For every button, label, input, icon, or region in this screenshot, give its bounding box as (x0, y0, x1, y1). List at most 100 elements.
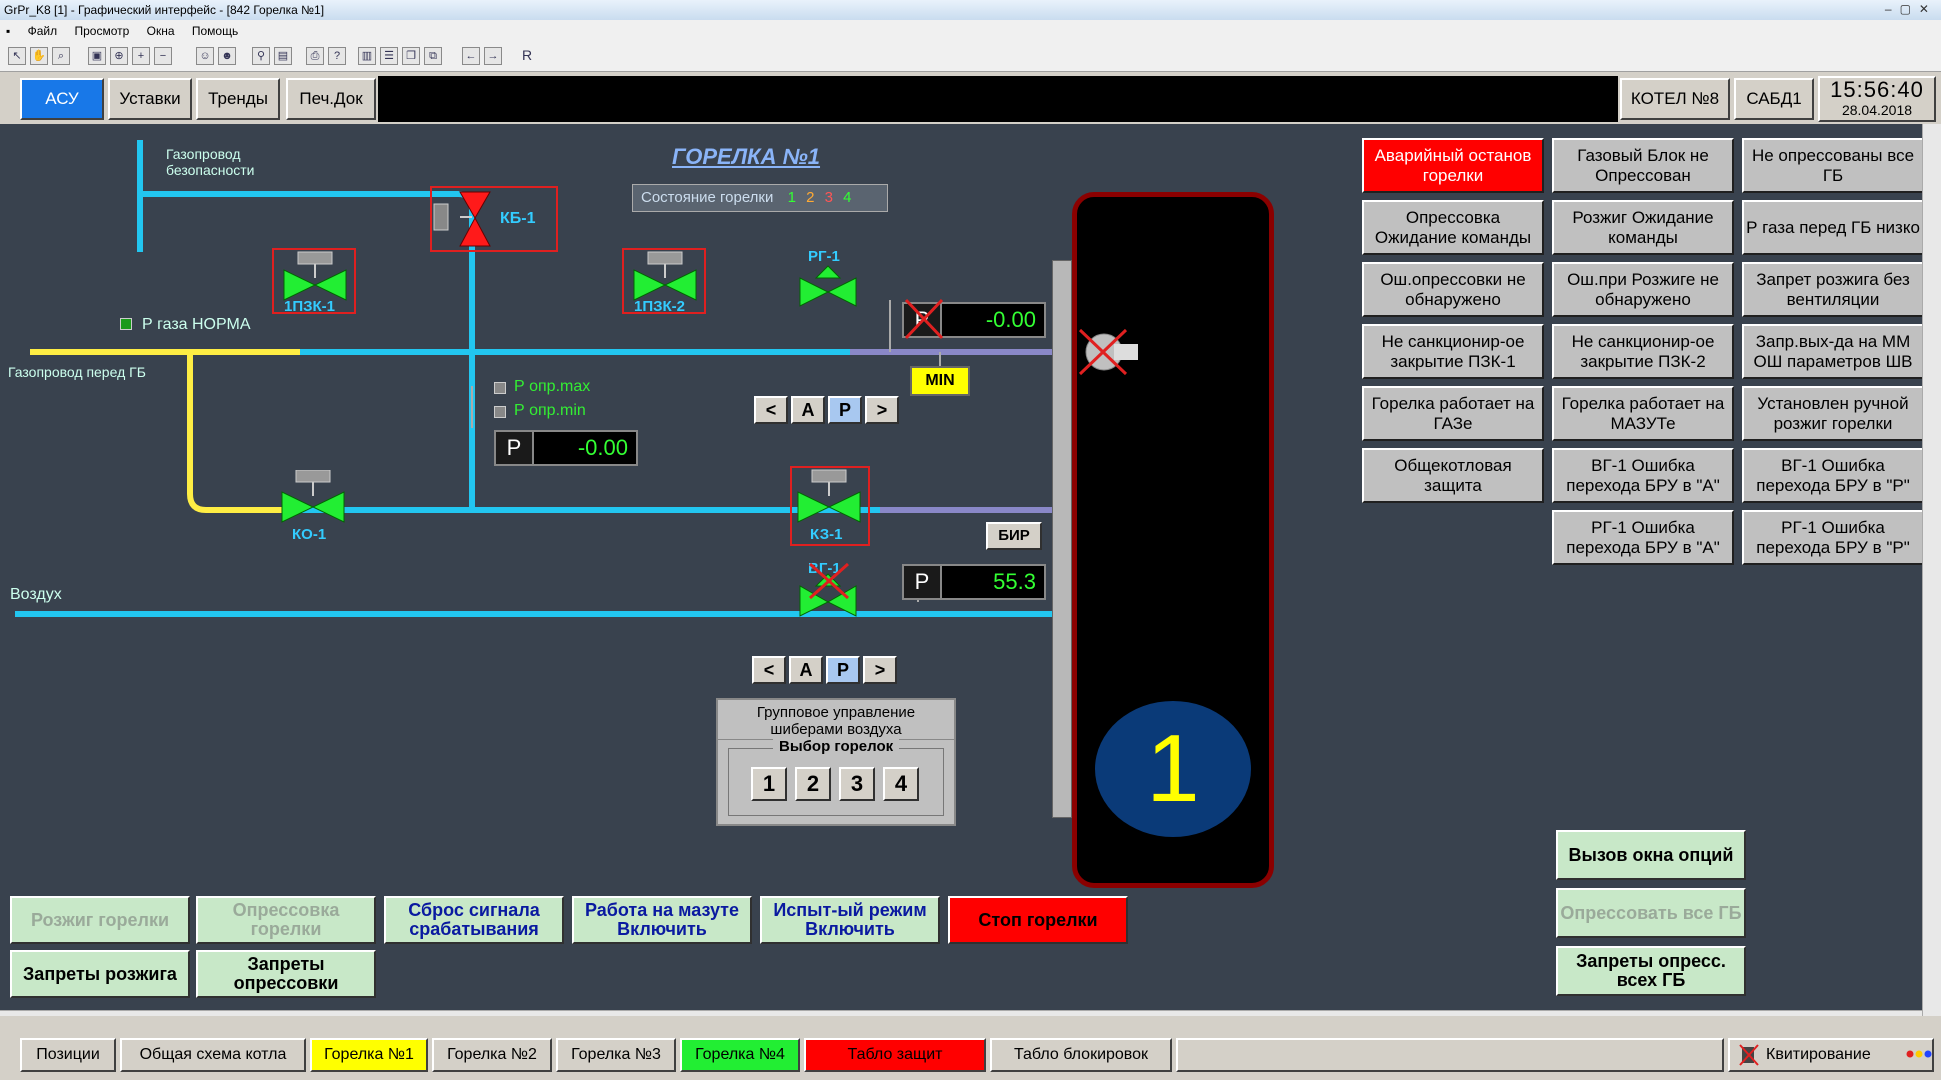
boiler-label: КОТЕЛ №8 (1620, 78, 1730, 120)
ignite-burner-button[interactable]: Розжиг горелки (10, 896, 190, 944)
rg-less-button[interactable]: < (754, 396, 788, 424)
status-cell-0-2: Не опрессованы все ГБ (1742, 138, 1924, 193)
tab-protections[interactable]: Табло защит (804, 1038, 986, 1072)
valve-pzk1[interactable]: 1ПЗК-1 (272, 248, 356, 315)
valve-pzk2[interactable]: 1ПЗК-2 (622, 248, 706, 315)
p-rg-display: Р -0.00 (902, 298, 1046, 340)
valve-kz1[interactable]: КЗ-1 (790, 466, 870, 546)
tab-burner-2[interactable]: Горелка №2 (432, 1038, 552, 1072)
valve-pzk1-label: 1ПЗК-1 (284, 298, 336, 315)
state-4: 4 (843, 189, 852, 206)
tab-burner-3[interactable]: Горелка №3 (556, 1038, 676, 1072)
valve-kb1[interactable]: КБ-1 (430, 186, 558, 252)
bans-press-button[interactable]: Запреты опрессовки (196, 950, 376, 998)
menu-windows[interactable]: Окна (147, 24, 175, 38)
p-gas-norm-label: Р газа НОРМА (142, 316, 251, 333)
options-window-button[interactable]: Вызов окна опций (1556, 830, 1746, 880)
status-cell-6-2: РГ-1 Ошибка перехода БРУ в "Р" (1742, 510, 1924, 565)
zoom-out-icon[interactable]: − (154, 47, 172, 65)
menu-help[interactable]: Помощь (192, 24, 238, 38)
window-title: GrPr_K8 [1] - Графический интерфейс - [8… (4, 3, 325, 17)
furnace-wall (1052, 260, 1072, 818)
vg-manual-button[interactable]: Р (826, 656, 860, 684)
back-icon[interactable]: ← (462, 47, 480, 65)
mazut-mode-button[interactable]: Работа на мазуте Включить (572, 896, 752, 944)
valve-rg1[interactable]: РГ-1 (796, 248, 860, 307)
status-cell-1-0: Опрессовка Ожидание команды (1362, 200, 1544, 255)
test-mode-button[interactable]: Испыт-ый режим Включить (760, 896, 940, 944)
group-burner-2-button[interactable]: 2 (795, 767, 831, 801)
ack-button[interactable]: Квитирование (1728, 1038, 1934, 1072)
pointer-icon[interactable]: ↖ (8, 47, 26, 65)
menu-file[interactable]: Файл (28, 24, 58, 38)
group-burner-4-button[interactable]: 4 (883, 767, 919, 801)
refresh-button[interactable]: R (518, 47, 536, 65)
status-cell-2-1: Ош.при Розжиге не обнаружено (1552, 262, 1734, 317)
tab-positions[interactable]: Позиции (20, 1038, 116, 1072)
vg-less-button[interactable]: < (752, 656, 786, 684)
status-cell-3-0: Не санкционир-ое закрытие ПЗК-1 (1362, 324, 1544, 379)
press-burner-button[interactable]: Опрессовка горелки (196, 896, 376, 944)
valve-vg1[interactable]: ВГ-1 (796, 560, 860, 630)
valve-pzk2-label: 1ПЗК-2 (634, 298, 686, 315)
group-burner-1-button[interactable]: 1 (751, 767, 787, 801)
toolbar: ↖ ✋ ⌕ ▣ ⊕ + − ☺ ☻ ⚲ ▤ ⎙ ? ▥ ☰ ❐ ⧉ ← → R (0, 42, 1941, 72)
bans-press-all-button[interactable]: Запреты опресс. всех ГБ (1556, 946, 1746, 996)
hand-icon[interactable]: ✋ (30, 47, 48, 65)
vg-auto-button[interactable]: А (789, 656, 823, 684)
print-icon[interactable]: ⎙ (306, 47, 324, 65)
p-opr-max-label: Р опр.max (514, 378, 591, 395)
valve-ko1[interactable]: КО-1 (280, 470, 350, 544)
window-titlebar: GrPr_K8 [1] - Графический интерфейс - [8… (0, 0, 1941, 20)
window-arrange-icon[interactable]: ⧉ (424, 47, 442, 65)
p-air-display-label: Р (904, 566, 942, 598)
rg-auto-button[interactable]: А (791, 396, 825, 424)
status-cell-4-2: Установлен ручной розжиг горелки (1742, 386, 1924, 441)
bir-button[interactable]: БИР (986, 522, 1042, 550)
air-label: Воздух (10, 586, 62, 603)
tab-overview[interactable]: Общая схема котла (120, 1038, 306, 1072)
zoom-fit-icon[interactable]: ▣ (88, 47, 106, 65)
window-split-icon[interactable]: ☰ (380, 47, 398, 65)
vg-more-button[interactable]: > (863, 656, 897, 684)
nav-asu-button[interactable]: АСУ (20, 78, 104, 120)
nav-ustavki-button[interactable]: Уставки (108, 78, 192, 120)
furnace: 1 (1072, 192, 1274, 888)
find-icon[interactable]: ⚲ (252, 47, 270, 65)
stop-burner-button[interactable]: Стоп горелки (948, 896, 1128, 944)
vertical-scrollbar[interactable] (1922, 124, 1941, 1016)
clock-date: 28.04.2018 (1841, 102, 1913, 118)
users-icon[interactable]: ☺ (196, 47, 214, 65)
p-opr-max-indicator (494, 382, 506, 394)
status-cell-2-0: Ош.опрессовки не обнаружено (1362, 262, 1544, 317)
zoom-icon[interactable]: ⌕ (52, 47, 70, 65)
print-preview-icon[interactable]: ▤ (274, 47, 292, 65)
window-cascade-icon[interactable]: ❐ (402, 47, 420, 65)
menu-icon: ▪ (6, 24, 11, 38)
help-icon[interactable]: ? (328, 47, 346, 65)
nav-trends-button[interactable]: Тренды (196, 78, 280, 120)
bans-ignite-button[interactable]: Запреты розжига (10, 950, 190, 998)
nav-printdoc-button[interactable]: Печ.Док (286, 78, 376, 120)
p-air-display: Р 55.3 (902, 564, 1046, 600)
p-rg-display-value: -0.00 (985, 307, 1036, 332)
rg-more-button[interactable]: > (865, 396, 899, 424)
zoom-in-icon[interactable]: + (132, 47, 150, 65)
status-cell-4-1: Горелка работает на МАЗУТе (1552, 386, 1734, 441)
p-opr-min-indicator (494, 406, 506, 418)
reset-signal-button[interactable]: Сброс сигнала срабатывания (384, 896, 564, 944)
zoom-area-icon[interactable]: ⊕ (110, 47, 128, 65)
window-tile-icon[interactable]: ▥ (358, 47, 376, 65)
menu-view[interactable]: Просмотр (74, 24, 129, 38)
press-all-button[interactable]: Опрессовать все ГБ (1556, 888, 1746, 938)
rg-manual-button[interactable]: Р (828, 396, 862, 424)
user-config-icon[interactable]: ☻ (218, 47, 236, 65)
window-controls[interactable]: –▢✕ (1885, 2, 1937, 16)
min-indicator: MIN (910, 366, 970, 396)
tab-locks[interactable]: Табло блокировок (990, 1038, 1172, 1072)
group-burner-3-button[interactable]: 3 (839, 767, 875, 801)
tab-burner-1[interactable]: Горелка №1 (310, 1038, 428, 1072)
tab-burner-4[interactable]: Горелка №4 (680, 1038, 800, 1072)
status-cell-5-1: ВГ-1 Ошибка перехода БРУ в "А" (1552, 448, 1734, 503)
forward-icon[interactable]: → (484, 47, 502, 65)
